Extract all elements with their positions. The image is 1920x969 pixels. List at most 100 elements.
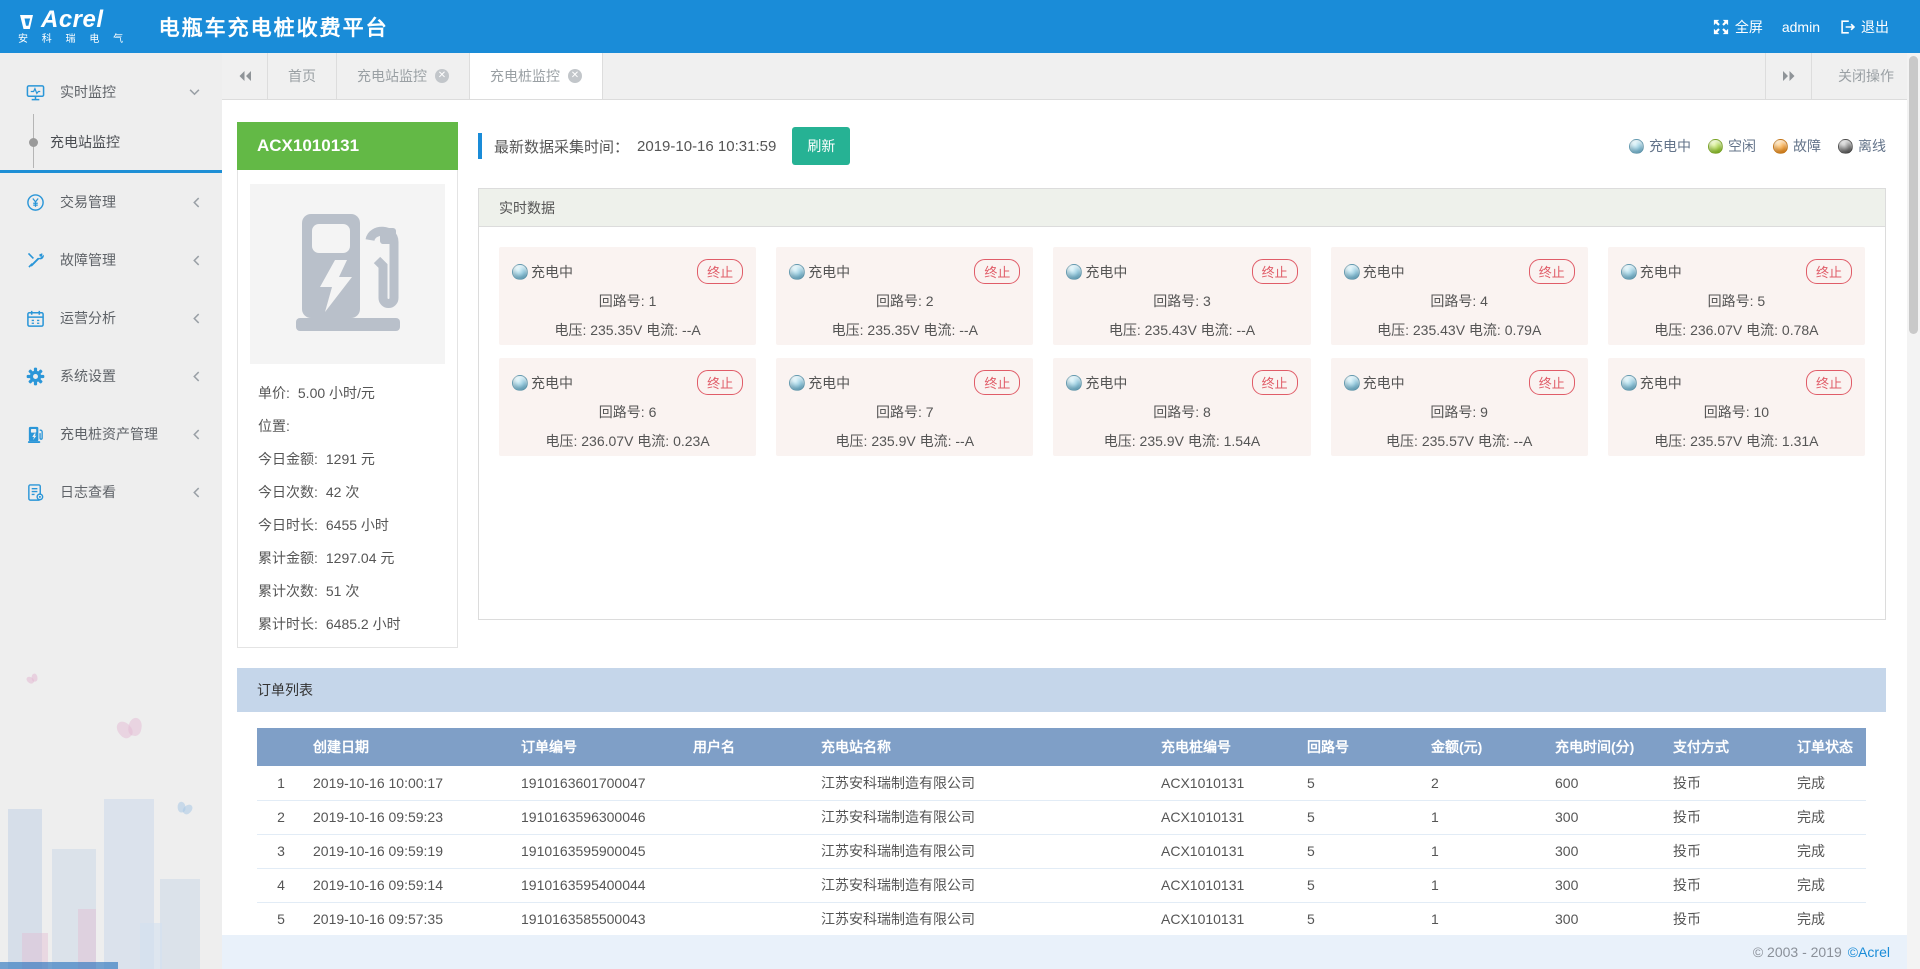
- toolbar: 最新数据采集时间： 2019-10-16 10:31:59 刷新 充电中 空闲 …: [478, 122, 1886, 170]
- terminate-button[interactable]: 终止: [1252, 370, 1298, 395]
- col-station-name: 充电站名称: [813, 728, 1153, 766]
- terminate-button[interactable]: 终止: [1806, 370, 1852, 395]
- orders-table: 创建日期 订单编号 用户名 充电站名称 充电桩编号 回路号 金额(元) 充电时间…: [257, 728, 1866, 935]
- station-image-box: [250, 184, 445, 364]
- terminate-button[interactable]: 终止: [1806, 259, 1852, 284]
- circuit-card: 充电中终止 回路号: 7 电压: 235.9V 电流: --A: [776, 358, 1033, 456]
- close-icon[interactable]: ✕: [435, 69, 449, 83]
- accent-bar: [478, 133, 482, 159]
- voltage-current: 电压: 235.57V 电流: --A: [1344, 431, 1575, 451]
- sidebar-item-analytics[interactable]: 运营分析: [0, 289, 222, 347]
- legend-charging: 充电中: [1629, 136, 1691, 156]
- voltage-current: 电压: 236.07V 电流: 0.78A: [1621, 320, 1852, 340]
- logout-button[interactable]: 退出: [1834, 17, 1894, 37]
- tab-pile-monitor[interactable]: 充电桩监控 ✕: [470, 53, 603, 99]
- close-icon[interactable]: ✕: [568, 69, 582, 83]
- realtime-panel-title: 实时数据: [479, 189, 1885, 227]
- realtime-data-panel: 实时数据 充电中终止 回路号: 1 电压: 235.35V 电流: --A 充电…: [478, 188, 1886, 620]
- legend-offline: 离线: [1838, 136, 1886, 156]
- charging-pile-icon: [26, 425, 45, 444]
- page-title: 电瓶车充电桩收费平台: [159, 12, 389, 42]
- sidebar-item-logs[interactable]: 日志查看: [0, 463, 222, 521]
- collect-time-value: 2019-10-16 10:31:59: [637, 138, 776, 155]
- sidebar-item-label: 运营分析: [60, 308, 116, 328]
- circuit-card: 充电中终止 回路号: 1 电压: 235.35V 电流: --A: [499, 247, 756, 345]
- sidebar-item-pile-assets[interactable]: 充电桩资产管理: [0, 405, 222, 463]
- col-pile-no: 充电桩编号: [1153, 728, 1299, 766]
- table-row: 4 2019-10-16 09:59:14 1910163595400044 江…: [257, 868, 1866, 902]
- table-row: 3 2019-10-16 09:59:19 1910163595900045 江…: [257, 834, 1866, 868]
- col-index: [257, 728, 305, 766]
- terminate-button[interactable]: 终止: [697, 370, 743, 395]
- close-operations-button[interactable]: 关闭操作: [1811, 53, 1920, 99]
- voltage-current: 电压: 235.43V 电流: 0.79A: [1344, 320, 1575, 340]
- stat-location: 位置:: [258, 409, 437, 442]
- terminate-button[interactable]: 终止: [1252, 259, 1298, 284]
- tabs-scroll-right-button[interactable]: [1765, 53, 1811, 99]
- scrollbar-thumb[interactable]: [1909, 56, 1918, 334]
- sidebar-item-realtime-monitor[interactable]: 实时监控: [0, 66, 222, 118]
- charging-status-dot: [1344, 264, 1360, 280]
- station-id-header: ACX1010131: [237, 122, 458, 170]
- sidebar-item-transactions[interactable]: 交易管理: [0, 173, 222, 231]
- sidebar: 实时监控 充电站监控 交易管理 故障管理: [0, 53, 222, 969]
- col-order-no: 订单编号: [513, 728, 685, 766]
- tab-station-monitor[interactable]: 充电站监控 ✕: [337, 53, 470, 99]
- refresh-button[interactable]: 刷新: [792, 127, 850, 165]
- circuit-number: 回路号: 3: [1066, 291, 1297, 311]
- copyright-brand: ©Acrel: [1848, 944, 1890, 960]
- logout-label: 退出: [1861, 17, 1889, 37]
- offline-status-dot: [1838, 139, 1853, 154]
- col-username: 用户名: [685, 728, 813, 766]
- terminate-button[interactable]: 终止: [1529, 370, 1575, 395]
- collect-time-label: 最新数据采集时间：: [494, 136, 629, 157]
- table-header-row: 创建日期 订单编号 用户名 充电站名称 充电桩编号 回路号 金额(元) 充电时间…: [257, 728, 1866, 766]
- sidebar-item-station-monitor[interactable]: 充电站监控: [0, 118, 222, 166]
- terminate-button[interactable]: 终止: [974, 259, 1020, 284]
- order-list-section: 订单列表 创建日期 订单编号 用: [237, 668, 1886, 935]
- chevron-left-icon: [193, 429, 200, 440]
- stat-total-duration: 累计时长:6485.2 小时: [258, 607, 437, 640]
- circuit-card: 充电中终止 回路号: 5 电压: 236.07V 电流: 0.78A: [1608, 247, 1865, 345]
- terminate-button[interactable]: 终止: [974, 370, 1020, 395]
- footer: © 2003 - 2019 ©Acrel: [222, 935, 1920, 969]
- terminate-button[interactable]: 终止: [697, 259, 743, 284]
- transaction-icon: [26, 193, 45, 212]
- circuit-number: 回路号: 10: [1621, 402, 1852, 422]
- circuit-number: 回路号: 6: [512, 402, 743, 422]
- content-area: ACX1010131: [222, 100, 1920, 935]
- sidebar-subitem-label: 充电站监控: [50, 132, 120, 152]
- charging-status-dot: [1066, 375, 1082, 391]
- circuit-card: 充电中终止 回路号: 8 电压: 235.9V 电流: 1.54A: [1053, 358, 1310, 456]
- tabs-scroll-left-button[interactable]: [222, 53, 268, 99]
- tools-icon: [26, 251, 45, 270]
- tab-home[interactable]: 首页: [268, 53, 337, 99]
- fault-status-dot: [1773, 139, 1788, 154]
- copyright-text: © 2003 - 2019: [1753, 944, 1842, 960]
- chevron-left-icon: [193, 255, 200, 266]
- logo-text: Acrel: [41, 8, 104, 32]
- stat-total-count: 累计次数:51 次: [258, 574, 437, 607]
- col-circuit-no: 回路号: [1299, 728, 1423, 766]
- terminate-button[interactable]: 终止: [1529, 259, 1575, 284]
- table-row: 2 2019-10-16 09:59:23 1910163596300046 江…: [257, 800, 1866, 834]
- circuit-card: 充电中终止 回路号: 2 电压: 235.35V 电流: --A: [776, 247, 1033, 345]
- sidebar-item-label: 实时监控: [60, 82, 116, 102]
- charging-status-dot: [1621, 264, 1637, 280]
- charging-status-dot: [1066, 264, 1082, 280]
- stat-unit-price: 单价:5.00 小时/元: [258, 376, 437, 409]
- sidebar-item-label: 故障管理: [60, 250, 116, 270]
- stat-today-count: 今日次数:42 次: [258, 475, 437, 508]
- legend-fault: 故障: [1773, 136, 1821, 156]
- user-menu[interactable]: admin: [1777, 19, 1825, 35]
- username: admin: [1782, 19, 1820, 35]
- sidebar-item-faults[interactable]: 故障管理: [0, 231, 222, 289]
- chevron-down-icon: [189, 88, 200, 96]
- sidebar-item-settings[interactable]: 系统设置: [0, 347, 222, 405]
- timeline-dot: [29, 138, 38, 147]
- tab-bar: 首页 充电站监控 ✕ 充电桩监控 ✕ 关闭操作: [222, 53, 1920, 100]
- circuit-number: 回路号: 1: [512, 291, 743, 311]
- fullscreen-button[interactable]: 全屏: [1708, 17, 1768, 37]
- logo-subtext: 安 科 瑞 电 气: [18, 35, 129, 45]
- circuit-number: 回路号: 4: [1344, 291, 1575, 311]
